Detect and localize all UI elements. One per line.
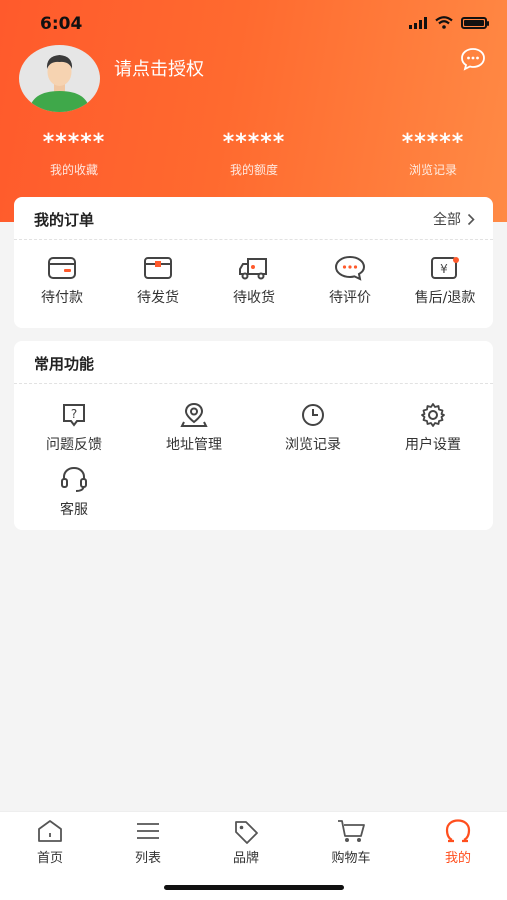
feature-customer-service[interactable]: 客服 xyxy=(27,465,121,519)
stat-quota[interactable]: ***** 我的额度 xyxy=(184,130,324,178)
status-bar: 6:04 xyxy=(0,0,507,48)
battery-icon xyxy=(461,16,489,29)
truck-icon xyxy=(239,258,267,280)
tab-label: 首页 xyxy=(36,851,63,866)
feature-label: 客服 xyxy=(60,502,88,518)
list-icon xyxy=(137,823,159,839)
signal-icon xyxy=(409,16,427,29)
headset-icon xyxy=(61,466,87,492)
status-time: 6:04 xyxy=(40,14,83,34)
tab-list[interactable]: 列表 xyxy=(103,818,193,866)
order-pending-shipment[interactable]: 待发货 xyxy=(110,255,206,307)
stat-label: 浏览记录 xyxy=(408,163,457,177)
box-icon xyxy=(144,257,172,279)
stat-label: 我的收藏 xyxy=(49,163,98,177)
cart-icon xyxy=(338,820,365,842)
feature-address[interactable]: 地址管理 xyxy=(147,402,241,454)
order-label: 待评价 xyxy=(329,290,371,306)
orders-card: 我的订单 全部 待付款 待发货 待收货 待评价 ¥ 售后/退款 xyxy=(14,197,493,328)
orders-title: 我的订单 xyxy=(34,211,95,229)
order-pending-receipt[interactable]: 待收货 xyxy=(206,255,302,307)
tab-label: 品牌 xyxy=(232,851,259,866)
feature-history[interactable]: 浏览记录 xyxy=(266,402,360,454)
wallet-icon xyxy=(48,257,76,279)
order-pending-payment[interactable]: 待付款 xyxy=(14,255,110,307)
tab-mine[interactable]: 我的 xyxy=(413,818,503,866)
question-icon: ? xyxy=(63,404,85,427)
user-icon xyxy=(445,819,471,843)
status-icons xyxy=(409,16,489,29)
chevron-right-icon xyxy=(467,213,475,225)
orders-all-label: 全部 xyxy=(433,212,461,228)
home-icon xyxy=(38,820,62,842)
tab-home[interactable]: 首页 xyxy=(5,818,95,866)
tab-label: 购物车 xyxy=(331,851,371,866)
feature-label: 地址管理 xyxy=(166,437,222,453)
features-card: 常用功能 ? 问题反馈 地址管理 浏览记录 用户设置 客服 xyxy=(14,341,493,530)
svg-text:¥: ¥ xyxy=(440,262,448,276)
feature-settings[interactable]: 用户设置 xyxy=(386,402,480,454)
svg-text:?: ? xyxy=(71,407,77,421)
tab-cart[interactable]: 购物车 xyxy=(306,818,396,866)
stat-label: 我的额度 xyxy=(229,163,278,177)
chat-bubble-icon xyxy=(334,255,366,281)
stat-favorites[interactable]: ***** 我的收藏 xyxy=(4,130,144,178)
location-icon xyxy=(180,402,208,427)
orders-all-link[interactable]: 全部 xyxy=(433,209,475,229)
order-label: 待付款 xyxy=(41,290,83,306)
tab-brand[interactable]: 品牌 xyxy=(201,818,291,866)
feature-feedback[interactable]: ? 问题反馈 xyxy=(27,402,121,454)
stat-value: ***** xyxy=(222,130,286,155)
refund-icon: ¥ xyxy=(431,257,459,279)
feature-label: 用户设置 xyxy=(405,437,461,453)
stat-value: ***** xyxy=(42,130,106,155)
tab-label: 列表 xyxy=(134,851,161,866)
order-label: 待收货 xyxy=(233,290,275,306)
home-indicator xyxy=(164,885,344,890)
order-after-sales[interactable]: ¥ 售后/退款 xyxy=(397,255,493,307)
features-title: 常用功能 xyxy=(34,355,95,373)
message-icon[interactable] xyxy=(460,47,486,71)
order-label: 售后/退款 xyxy=(414,290,476,306)
divider xyxy=(14,383,493,384)
tag-icon xyxy=(235,821,258,844)
clock-icon xyxy=(302,404,324,426)
feature-label: 问题反馈 xyxy=(46,437,102,453)
stat-history[interactable]: ***** 浏览记录 xyxy=(363,130,503,178)
gear-icon xyxy=(421,403,445,427)
order-pending-review[interactable]: 待评价 xyxy=(302,255,398,307)
feature-label: 浏览记录 xyxy=(285,437,341,453)
authorize-prompt[interactable]: 请点击授权 xyxy=(114,55,204,81)
avatar[interactable] xyxy=(19,45,100,112)
divider xyxy=(14,239,493,240)
stat-value: ***** xyxy=(401,130,465,155)
order-label: 待发货 xyxy=(137,290,179,306)
tab-label: 我的 xyxy=(444,851,471,866)
wifi-icon xyxy=(435,16,453,29)
